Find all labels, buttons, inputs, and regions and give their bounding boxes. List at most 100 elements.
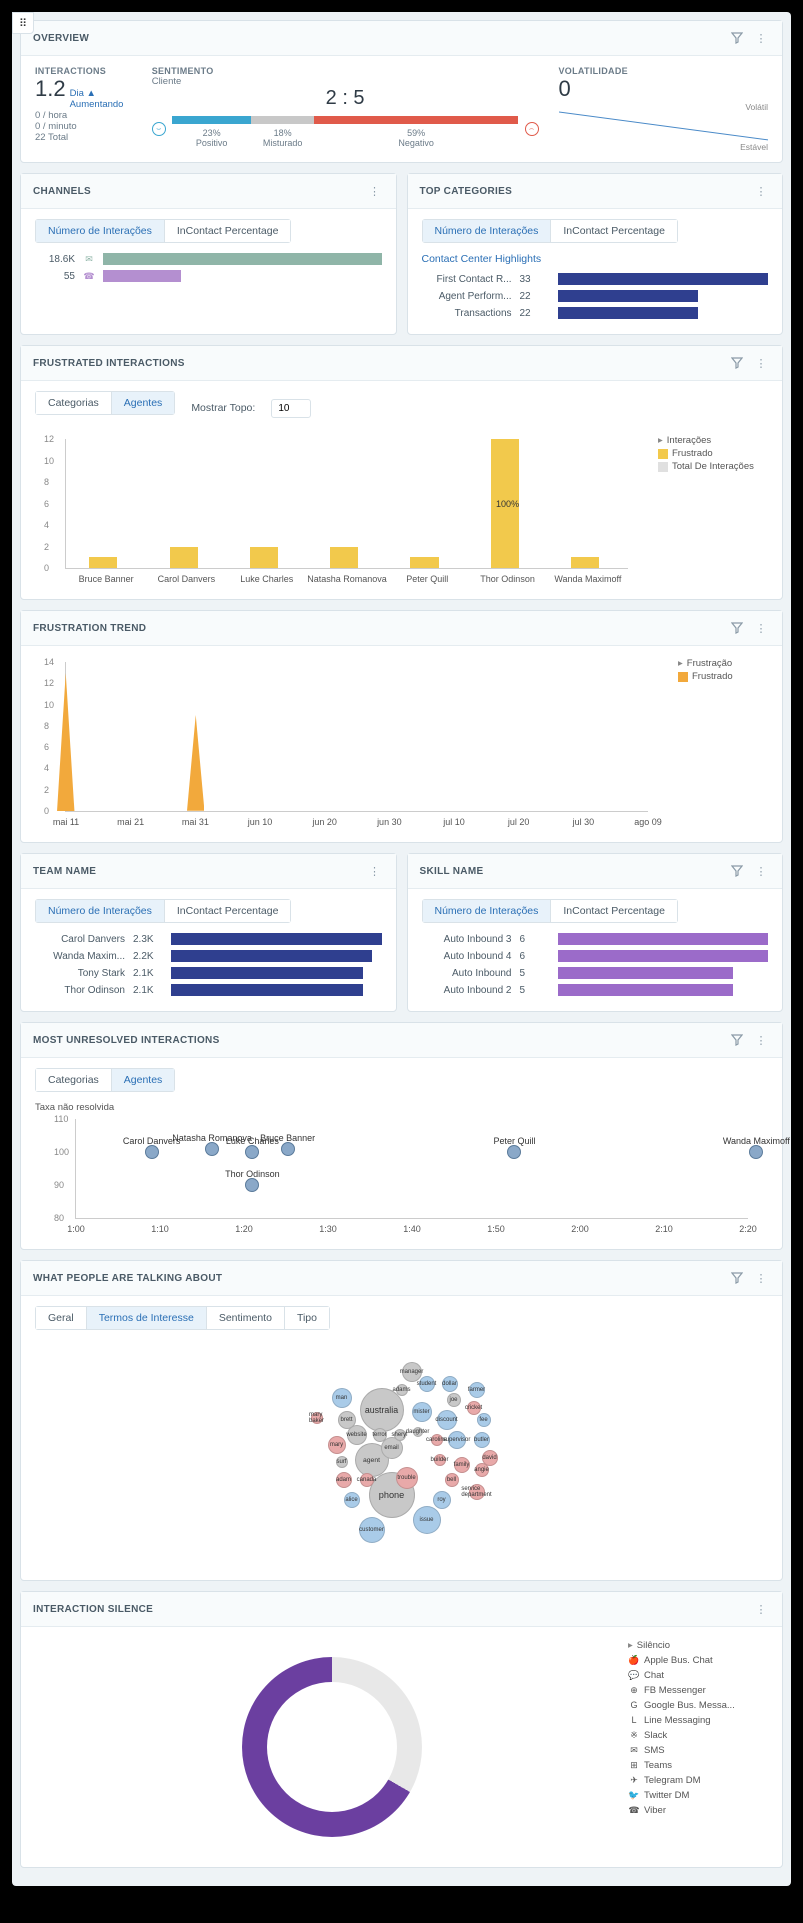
bubble-term[interactable]: cricket [467, 1401, 481, 1415]
tab-categorias[interactable]: Categorias [36, 392, 111, 414]
tab-num-interacoes[interactable]: Número de Interações [36, 220, 164, 242]
scatter-label: Thor Odinson [225, 1169, 280, 1179]
more-icon[interactable]: ⋮ [752, 354, 770, 372]
bubble-term[interactable]: australia [360, 1388, 404, 1432]
bubble-term[interactable]: daughter [413, 1427, 423, 1437]
scatter-point[interactable] [245, 1178, 259, 1192]
drag-handle-icon[interactable]: ⠿ [12, 12, 34, 34]
bubble-term[interactable]: adams [396, 1384, 408, 1396]
legend-total: Total De Interações [658, 461, 768, 472]
tab-agentes[interactable]: Agentes [111, 392, 175, 414]
tab-incontact-pct[interactable]: InContact Percentage [550, 220, 677, 242]
bubble-term[interactable]: canada [360, 1473, 374, 1487]
scatter-point[interactable] [205, 1142, 219, 1156]
bubble-term[interactable]: mister [412, 1402, 432, 1422]
scatter-point[interactable] [749, 1145, 763, 1159]
scatter-point[interactable] [145, 1145, 159, 1159]
bubble-term[interactable]: trouble [396, 1467, 418, 1489]
filter-icon[interactable] [728, 1269, 746, 1287]
bubble-term[interactable]: alice [344, 1492, 360, 1508]
tab-incontact-pct[interactable]: InContact Percentage [164, 900, 291, 922]
frustrated-panel: FRUSTRATED INTERACTIONS ⋮ Categorias Age… [20, 345, 783, 600]
tab-tipo[interactable]: Tipo [284, 1307, 329, 1329]
top-categories-panel: TOP CATEGORIES ⋮ Número de Interações In… [407, 173, 784, 335]
silence-legend-item: ☎Viber [628, 1804, 768, 1816]
bubble-term[interactable]: surf [336, 1456, 348, 1468]
interactions-sub2: 0 / minuto [35, 121, 132, 132]
bubble-term[interactable]: supervisor [448, 1431, 466, 1449]
more-icon[interactable]: ⋮ [752, 862, 770, 880]
filter-icon[interactable] [728, 862, 746, 880]
category-row: Transactions22 [422, 307, 769, 319]
bubble-term[interactable]: student [419, 1376, 435, 1392]
bubble-term[interactable]: mary [328, 1436, 346, 1454]
tab-geral[interactable]: Geral [36, 1307, 86, 1329]
bubble-term[interactable]: fee [477, 1413, 491, 1427]
tab-num-interacoes[interactable]: Número de Interações [423, 220, 551, 242]
filter-icon[interactable] [728, 29, 746, 47]
contact-center-link[interactable]: Contact Center Highlights [422, 253, 769, 265]
sentiment-sublabel: Cliente [152, 76, 539, 87]
more-icon[interactable]: ⋮ [752, 1600, 770, 1618]
bubble-term[interactable]: issue [413, 1506, 441, 1534]
more-icon[interactable]: ⋮ [752, 182, 770, 200]
sentiment-ratio: 2 : 5 [152, 87, 539, 110]
tab-num-interacoes[interactable]: Número de Interações [423, 900, 551, 922]
more-icon[interactable]: ⋮ [752, 1269, 770, 1287]
bubble-term[interactable]: discount [437, 1410, 457, 1430]
more-icon[interactable]: ⋮ [752, 1031, 770, 1049]
more-icon[interactable]: ⋮ [752, 619, 770, 637]
bubble-term[interactable]: brett [338, 1411, 356, 1429]
bubble-term[interactable]: joe [447, 1393, 461, 1407]
scatter-point[interactable] [281, 1142, 295, 1156]
category-row: First Contact R...33 [422, 273, 769, 285]
bubble-term[interactable]: customer [359, 1517, 385, 1543]
channel-row: 18.6K ✉ [35, 253, 382, 265]
bubble-term[interactable]: mary baker [311, 1412, 323, 1424]
scatter-label: Peter Quill [493, 1136, 535, 1146]
scatter-point[interactable] [245, 1145, 259, 1159]
tab-sentimento[interactable]: Sentimento [206, 1307, 284, 1329]
bubble-term[interactable]: caroline [431, 1434, 443, 1446]
bubble-term[interactable]: man [332, 1388, 352, 1408]
more-icon[interactable]: ⋮ [752, 29, 770, 47]
tab-agentes[interactable]: Agentes [111, 1069, 175, 1091]
bubble-term[interactable]: roy [433, 1491, 451, 1509]
bubble-term[interactable]: butler [474, 1432, 490, 1448]
bubble-term[interactable]: angie [475, 1463, 489, 1477]
bubble-term[interactable]: bell [445, 1473, 459, 1487]
filter-icon[interactable] [728, 1031, 746, 1049]
tab-num-interacoes[interactable]: Número de Interações [36, 900, 164, 922]
bubble-term[interactable]: farmer [469, 1382, 485, 1398]
bubble-term[interactable]: builder [434, 1454, 446, 1466]
tab-categorias[interactable]: Categorias [36, 1069, 111, 1091]
scatter-label: Bruce Banner [260, 1133, 315, 1143]
bubble-term[interactable]: dollar [442, 1376, 458, 1392]
scatter-point[interactable] [507, 1145, 521, 1159]
scatter-label: Wanda Maximoff [723, 1136, 790, 1146]
tab-termos[interactable]: Termos de Interesse [86, 1307, 206, 1329]
legend-interacoes[interactable]: ▸Interações [658, 435, 768, 446]
bubble-term[interactable]: family [454, 1457, 470, 1473]
silence-panel: INTERACTION SILENCE ⋮ ▸Silêncio 🍎Apple B… [20, 1591, 783, 1868]
bubble-term[interactable]: adam [336, 1472, 352, 1488]
silence-donut [242, 1657, 422, 1837]
show-top-input[interactable] [271, 399, 311, 418]
tab-incontact-pct[interactable]: InContact Percentage [550, 900, 677, 922]
legend-silencio[interactable]: ▸Silêncio [628, 1640, 768, 1651]
more-icon[interactable]: ⋮ [366, 182, 384, 200]
bubble-term[interactable]: terror [373, 1428, 387, 1442]
bubble-term[interactable]: sheryl [394, 1429, 406, 1441]
filter-icon[interactable] [728, 354, 746, 372]
filter-icon[interactable] [728, 619, 746, 637]
skill-row: Auto Inbound 46 [422, 950, 769, 962]
overview-title: OVERVIEW [33, 33, 722, 44]
bubble-term[interactable]: service department [469, 1484, 485, 1500]
viber-icon: ☎ [83, 270, 95, 282]
more-icon[interactable]: ⋮ [366, 862, 384, 880]
interactions-sub1: 0 / hora [35, 110, 132, 121]
mixed-label: Misturado [263, 138, 303, 148]
tab-incontact-pct[interactable]: InContact Percentage [164, 220, 291, 242]
legend-frustracao[interactable]: ▸Frustração [678, 658, 768, 669]
bubble-term[interactable]: manager [402, 1362, 422, 1382]
